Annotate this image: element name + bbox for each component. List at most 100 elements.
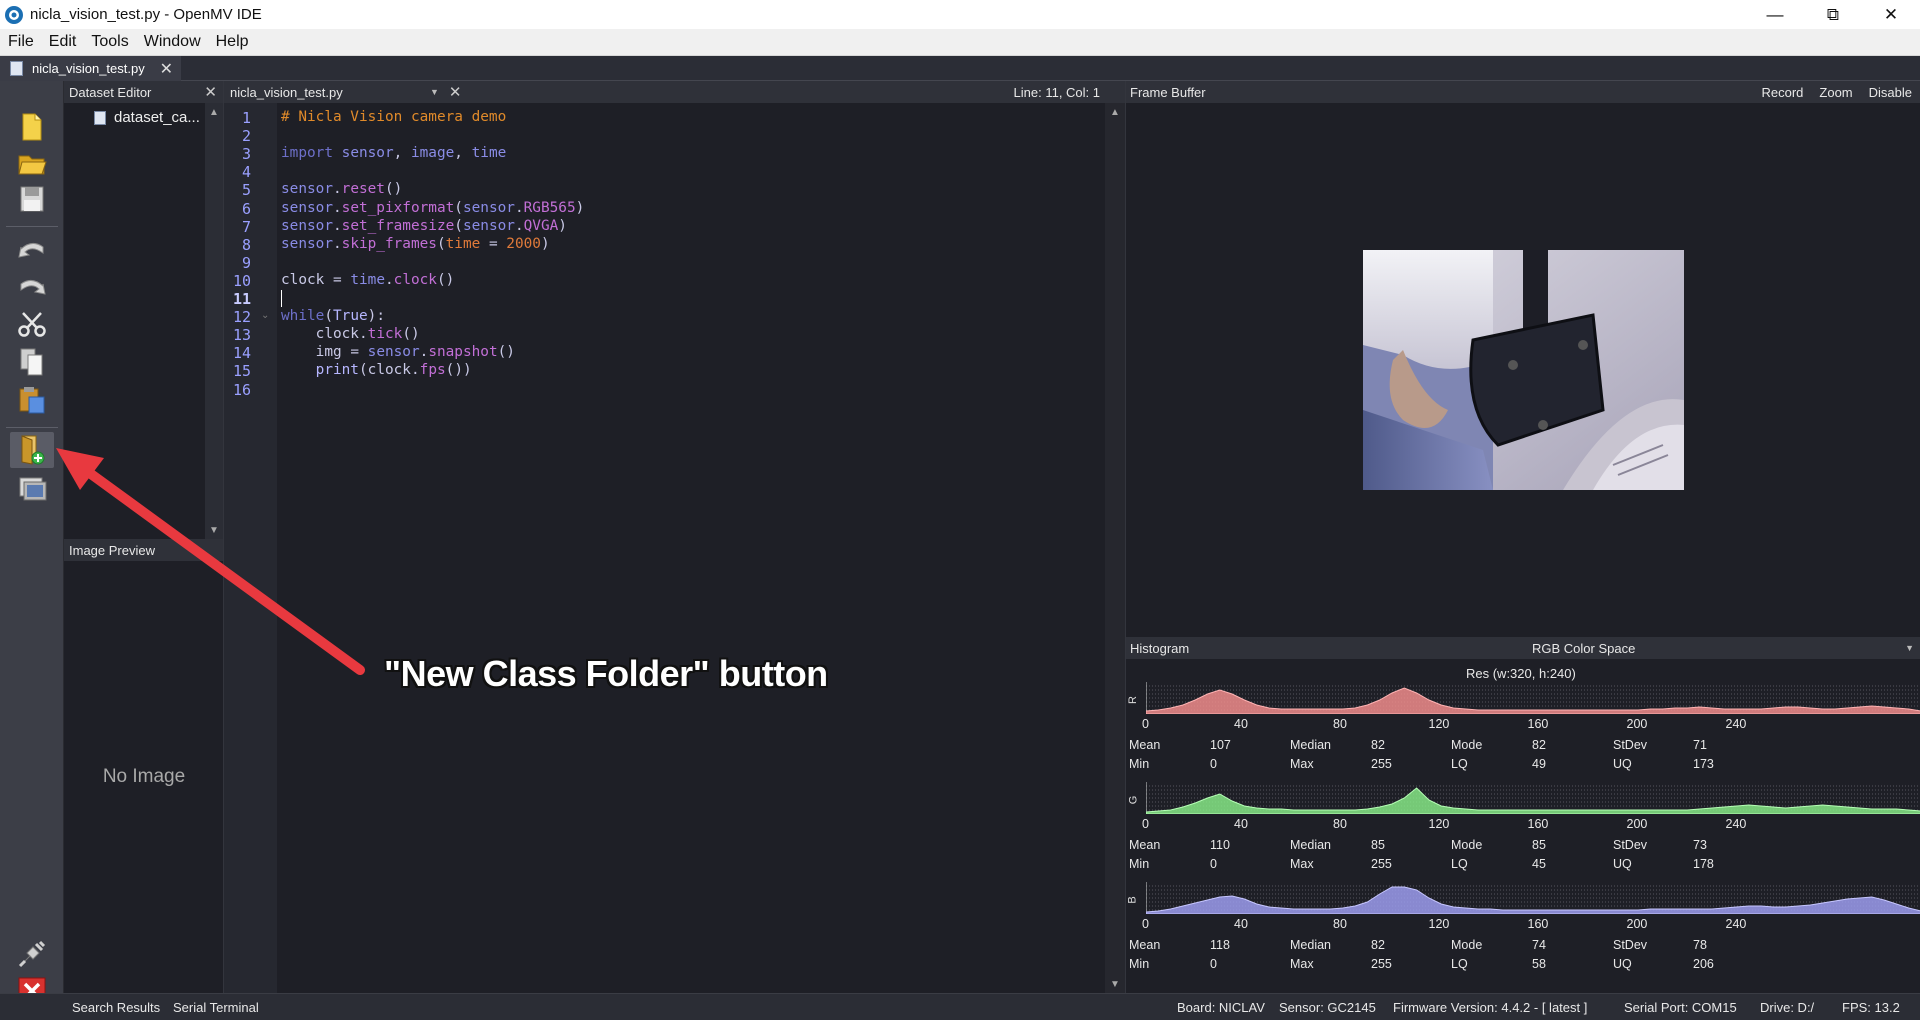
axis-tick-label: 80 xyxy=(1333,917,1347,931)
stat-value: 110 xyxy=(1210,838,1230,852)
stat-value: 74 xyxy=(1532,938,1546,952)
axis-tick-label: 40 xyxy=(1234,917,1248,931)
axis-tick-label: 0 xyxy=(1142,817,1149,831)
redo-button[interactable] xyxy=(10,268,54,304)
stat-value: 82 xyxy=(1532,738,1546,752)
stat-value: 255 xyxy=(1371,757,1392,771)
axis-tick-label: 160 xyxy=(1527,817,1549,831)
menu-tools[interactable]: Tools xyxy=(83,33,135,51)
paste-button[interactable] xyxy=(10,382,54,418)
histogram-area xyxy=(1146,787,1920,814)
line-number: 2 xyxy=(241,127,251,146)
sensor-status: Sensor: GC2145 xyxy=(1279,1000,1376,1015)
undo-button[interactable] xyxy=(10,231,54,267)
record-button[interactable]: Record xyxy=(1753,85,1811,100)
axis-tick-label: 160 xyxy=(1527,917,1549,931)
file-dropdown-icon[interactable]: ▼ xyxy=(430,87,439,97)
menu-edit[interactable]: Edit xyxy=(41,33,84,51)
close-tab-icon[interactable]: ✕ xyxy=(160,59,173,79)
snapshot-button[interactable] xyxy=(10,470,54,506)
undo-icon xyxy=(18,243,44,258)
stat-label: Median xyxy=(1290,738,1331,752)
stat-value: 85 xyxy=(1371,838,1385,852)
cut-button[interactable] xyxy=(10,306,54,342)
stat-label: StDev xyxy=(1613,738,1648,752)
menu-file[interactable]: File xyxy=(0,33,41,51)
channel-label: B xyxy=(1126,896,1139,904)
menu-help[interactable]: Help xyxy=(208,33,256,51)
save-button[interactable] xyxy=(10,181,54,217)
line-number: 4 xyxy=(241,163,251,182)
histogram-plot xyxy=(1146,882,1920,914)
zoom-button[interactable]: Zoom xyxy=(1811,85,1860,100)
stat-value: 107 xyxy=(1210,738,1231,752)
scroll-down-icon[interactable]: ▼ xyxy=(1105,975,1125,993)
board-status: Board: NICLAV xyxy=(1177,1000,1265,1015)
histogram-header: Histogram RGB Color Space ▼ xyxy=(1126,637,1920,659)
fold-marker-icon[interactable]: ⌄ xyxy=(261,310,269,321)
serial-port-status: Serial Port: COM15 xyxy=(1624,1000,1737,1015)
python-file-icon xyxy=(94,110,106,125)
code-line: sensor.reset() xyxy=(281,181,403,198)
copy-button[interactable] xyxy=(10,344,54,380)
dataset-editor-header: Dataset Editor ✕ xyxy=(64,81,223,103)
toolbar-separator xyxy=(6,226,58,227)
line-number: 10 xyxy=(232,271,251,290)
line-number: 8 xyxy=(241,235,251,254)
new-file-button[interactable] xyxy=(10,109,54,145)
scroll-up-icon[interactable]: ▲ xyxy=(205,103,223,121)
histogram-area xyxy=(1146,687,1920,714)
title-bar: nicla_vision_test.py - OpenMV IDE — ⧉ ✕ xyxy=(0,0,1920,29)
close-window-button[interactable]: ✕ xyxy=(1862,0,1920,29)
stat-label: StDev xyxy=(1613,938,1648,952)
frame-buffer-pane: Frame Buffer Record Zoom Disable xyxy=(1125,81,1920,637)
minimize-button[interactable]: — xyxy=(1746,0,1804,29)
stat-value: 58 xyxy=(1532,957,1546,971)
paste-icon xyxy=(19,387,45,414)
code-line: import sensor, image, time xyxy=(281,145,507,162)
axis-tick-label: 80 xyxy=(1333,717,1347,731)
line-number-gutter: 1 2 3 4 5 6 7 8 9 10 11 12 ⌄ 13 14 15 16 xyxy=(224,103,277,993)
close-icon: ✕ xyxy=(1883,4,1899,24)
file-tab-nicla-vision-test[interactable]: nicla_vision_test.py ✕ xyxy=(0,56,181,81)
stat-label: Median xyxy=(1290,838,1331,852)
frame-buffer-title: Frame Buffer xyxy=(1130,84,1206,100)
close-dataset-editor-icon[interactable]: ✕ xyxy=(204,83,217,101)
copy-icon xyxy=(20,348,43,376)
stat-value: 85 xyxy=(1532,838,1546,852)
firmware-status[interactable]: Firmware Version: 4.4.2 - [ latest ] xyxy=(1393,1000,1587,1015)
dataset-tree-item[interactable]: dataset_ca... xyxy=(94,109,200,126)
editor-scrollbar[interactable]: ▲ ▼ xyxy=(1105,103,1125,993)
axis-tick-label: 160 xyxy=(1527,717,1549,731)
chevron-down-icon[interactable]: ▼ xyxy=(1905,643,1914,653)
restore-button[interactable]: ⧉ xyxy=(1804,0,1862,29)
dataset-scrollbar[interactable]: ▲ ▼ xyxy=(205,103,223,539)
stat-value: 78 xyxy=(1693,938,1707,952)
close-editor-icon[interactable]: ✕ xyxy=(449,83,462,101)
scroll-up-icon[interactable]: ▲ xyxy=(1105,103,1125,121)
menu-window[interactable]: Window xyxy=(136,33,208,51)
histogram-title: Histogram xyxy=(1130,640,1190,656)
disable-button[interactable]: Disable xyxy=(1861,85,1920,100)
serial-terminal-tab[interactable]: Serial Terminal xyxy=(173,1000,259,1015)
stat-label: Max xyxy=(1290,957,1314,971)
open-file-button[interactable] xyxy=(10,145,54,181)
image-preview-header: Image Preview xyxy=(64,539,223,561)
code-line: sensor.set_pixformat(sensor.RGB565) xyxy=(281,199,585,216)
stat-label: UQ xyxy=(1613,857,1632,871)
color-space-select[interactable]: RGB Color Space xyxy=(1532,641,1635,656)
new-class-folder-button[interactable] xyxy=(10,432,54,468)
stat-label: Min xyxy=(1129,757,1150,771)
axis-tick-label: 0 xyxy=(1142,917,1149,931)
status-bar: Search Results Serial Terminal Board: NI… xyxy=(0,993,1920,1020)
connect-button[interactable] xyxy=(10,936,54,972)
axis-tick-label: 120 xyxy=(1428,917,1450,931)
search-results-tab[interactable]: Search Results xyxy=(72,1000,160,1015)
scroll-down-icon[interactable]: ▼ xyxy=(205,521,223,539)
new-class-folder-icon xyxy=(21,435,45,465)
fps-status: FPS: 13.2 xyxy=(1842,1000,1900,1015)
code-line: img = sensor.snapshot() xyxy=(281,344,515,361)
editor-filename[interactable]: nicla_vision_test.py xyxy=(224,85,430,100)
code-line: clock.tick() xyxy=(281,326,420,343)
histogram-plot xyxy=(1146,682,1920,714)
